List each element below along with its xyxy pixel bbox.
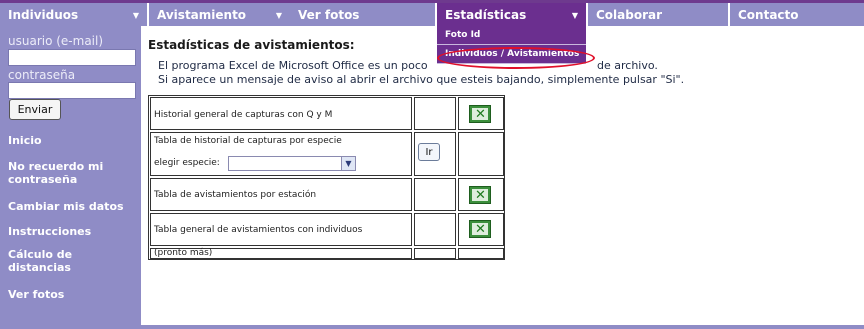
dropdown-item-foto-id[interactable]: Foto Id — [437, 26, 586, 45]
sidebar-link-calculo-distancias[interactable]: Cálculo de distancias — [8, 248, 136, 274]
sidebar-link-cambiar-datos[interactable]: Cambiar mis datos — [8, 200, 136, 213]
table-cell-empty — [458, 132, 504, 176]
table-cell-empty — [414, 178, 456, 211]
footer-strip — [0, 325, 864, 329]
table-row-label: Historial general de capturas con Q y M — [150, 97, 412, 130]
sidebar-link-inicio[interactable]: Inicio — [8, 134, 136, 147]
password-label: contraseña — [8, 68, 76, 82]
top-navigation-bar: Individuos ▼ Avistamiento ▼ Ver fotos Es… — [0, 0, 864, 26]
table-cell-action — [458, 97, 504, 130]
ir-button[interactable]: Ir — [418, 143, 440, 161]
excel-icon[interactable] — [469, 186, 491, 204]
highlight-ring — [437, 47, 595, 69]
chevron-down-icon: ▼ — [341, 157, 355, 170]
downloads-table: Historial general de capturas con Q y M … — [148, 95, 505, 260]
chevron-down-icon: ▼ — [132, 11, 139, 20]
table-row-label: (pronto más) — [150, 248, 412, 259]
page-title: Estadísticas de avistamientos: — [148, 38, 355, 52]
excel-icon[interactable] — [469, 220, 491, 238]
sidebar-link-instrucciones[interactable]: Instrucciones — [8, 225, 136, 238]
nav-colaborar[interactable]: Colaborar — [588, 3, 728, 26]
nav-ver-fotos[interactable]: Ver fotos — [290, 3, 435, 26]
table-row-label: Tabla de historial de capturas por espec… — [154, 136, 342, 146]
nav-avistamiento-label: Avistamiento — [157, 7, 247, 22]
table-cell-action — [458, 178, 504, 211]
sidebar: usuario (e-mail) contraseña Enviar Inici… — [0, 26, 141, 329]
select-label: elegir especie: — [154, 158, 220, 168]
username-input[interactable] — [8, 49, 136, 66]
chevron-down-icon: ▼ — [275, 11, 282, 20]
table-cell-empty — [414, 97, 456, 130]
sidebar-link-ver-fotos[interactable]: Ver fotos — [8, 288, 136, 301]
nav-individuos-label: Individuos — [8, 7, 79, 22]
especie-select[interactable]: ▼ — [228, 156, 356, 171]
password-input[interactable] — [8, 82, 136, 99]
nav-estadisticas[interactable]: Estadísticas ▼ — [437, 3, 586, 26]
nav-avistamiento[interactable]: Avistamiento ▼ — [149, 3, 290, 26]
table-row-especie: Tabla de historial de capturas por espec… — [150, 132, 412, 176]
table-cell-empty — [414, 213, 456, 246]
nav-contacto-label: Contacto — [738, 7, 799, 22]
nav-estadisticas-label: Estadísticas — [445, 7, 527, 22]
excel-icon[interactable] — [469, 105, 491, 123]
username-label: usuario (e-mail) — [8, 34, 104, 48]
nav-ver-fotos-label: Ver fotos — [298, 7, 360, 22]
info-text-line2: Si aparece un mensaje de aviso al abrir … — [158, 73, 685, 86]
info-text-line1-start: El programa Excel de Microsoft Office es… — [158, 59, 428, 72]
table-cell-empty — [458, 248, 504, 259]
table-cell-action: Ir — [414, 132, 456, 176]
enviar-button[interactable]: Enviar — [9, 99, 61, 120]
table-row-label: Tabla general de avistamientos con indiv… — [150, 213, 412, 246]
chevron-down-icon: ▼ — [571, 11, 578, 20]
nav-contacto[interactable]: Contacto — [730, 3, 864, 26]
nav-colaborar-label: Colaborar — [596, 7, 663, 22]
table-row-label: Tabla de avistamientos por estación — [150, 178, 412, 211]
info-text-line1-end: de archivo. — [597, 59, 658, 72]
table-cell-empty — [414, 248, 456, 259]
nav-individuos[interactable]: Individuos ▼ — [0, 3, 147, 26]
sidebar-link-recuperar-contrasena[interactable]: No recuerdo mi contraseña — [8, 160, 136, 186]
table-cell-action — [458, 213, 504, 246]
